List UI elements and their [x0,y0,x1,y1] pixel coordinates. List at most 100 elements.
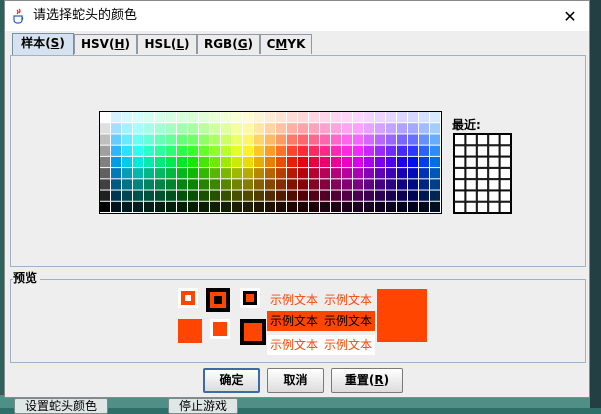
swatch-cell[interactable] [155,134,165,145]
swatch-cell[interactable] [243,201,253,212]
swatch-cell[interactable] [287,134,297,145]
swatch-cell[interactable] [221,112,231,123]
swatch-cell[interactable] [276,112,286,123]
swatch-cell[interactable] [331,112,341,123]
swatch-cell[interactable] [155,179,165,190]
swatch-cell[interactable] [342,156,352,168]
swatch-cell[interactable] [320,201,330,212]
recent-swatch-cell[interactable] [465,201,477,213]
swatch-cell[interactable] [100,145,110,156]
swatch-cell[interactable] [243,112,253,123]
swatch-cell[interactable] [287,145,297,156]
swatch-cell[interactable] [100,179,110,190]
swatch-cell[interactable] [353,112,363,123]
swatch-cell[interactable] [254,145,264,156]
swatch-cell[interactable] [133,123,143,134]
swatch-cell[interactable] [254,168,264,179]
swatch-cell[interactable] [342,134,352,145]
swatch-cell[interactable] [122,190,132,201]
swatch-cell[interactable] [320,134,330,145]
swatch-cell[interactable] [342,190,352,201]
swatch-cell[interactable] [276,168,286,179]
swatch-cell[interactable] [111,168,121,179]
swatch-cell[interactable] [375,201,385,212]
swatch-cell[interactable] [419,145,429,156]
swatch-cell[interactable] [221,145,231,156]
swatch-cell[interactable] [199,179,209,190]
swatch-cell[interactable] [331,134,341,145]
swatch-cell[interactable] [188,201,198,212]
swatch-cell[interactable] [320,179,330,190]
swatch-cell[interactable] [276,123,286,134]
swatch-cell[interactable] [177,123,187,134]
swatch-cell[interactable] [232,134,242,145]
recent-swatch-cell[interactable] [499,134,511,146]
swatch-cell[interactable] [232,145,242,156]
swatch-cell[interactable] [166,145,176,156]
swatch-cell[interactable] [265,179,275,190]
swatch-cell[interactable] [419,168,429,179]
swatch-cell[interactable] [210,123,220,134]
swatch-cell[interactable] [353,201,363,212]
swatch-cell[interactable] [375,156,385,168]
swatch-cell[interactable] [375,190,385,201]
swatch-cell[interactable] [166,168,176,179]
swatch-cell[interactable] [111,123,121,134]
swatch-cell[interactable] [100,156,110,168]
swatch-cell[interactable] [177,201,187,212]
swatch-cell[interactable] [419,156,429,168]
swatch-cell[interactable] [166,190,176,201]
swatch-cell[interactable] [265,168,275,179]
swatch-cell[interactable] [397,168,407,179]
recent-swatch-palette[interactable] [453,133,512,214]
recent-swatch-cell[interactable] [465,134,477,146]
swatch-cell[interactable] [155,190,165,201]
swatch-cell[interactable] [100,190,110,201]
recent-swatch-cell[interactable] [476,145,489,157]
swatch-cell[interactable] [298,156,308,168]
swatch-cell[interactable] [232,190,242,201]
swatch-cell[interactable] [111,145,121,156]
swatch-cell[interactable] [199,190,209,201]
swatch-cell[interactable] [309,112,319,123]
swatch-cell[interactable] [122,156,132,168]
swatch-cell[interactable] [232,156,242,168]
swatch-cell[interactable] [331,123,341,134]
swatch-cell[interactable] [133,145,143,156]
swatch-cell[interactable] [111,134,121,145]
swatch-cell[interactable] [386,123,396,134]
swatch-cell[interactable] [144,134,154,145]
swatch-cell[interactable] [309,201,319,212]
swatch-cell[interactable] [166,156,176,168]
swatch-cell[interactable] [309,168,319,179]
swatch-cell[interactable] [298,168,308,179]
swatch-cell[interactable] [122,123,132,134]
recent-swatch-cell[interactable] [488,156,500,168]
recent-swatch-cell[interactable] [488,134,500,146]
recent-swatch-cell[interactable] [454,179,466,191]
swatch-cell[interactable] [210,112,220,123]
swatch-cell[interactable] [419,112,429,123]
swatch-cell[interactable] [364,179,374,190]
swatch-cell[interactable] [331,190,341,201]
swatch-cell[interactable] [122,145,132,156]
swatch-cell[interactable] [144,112,154,123]
swatch-cell[interactable] [210,145,220,156]
swatch-cell[interactable] [210,168,220,179]
recent-swatch-cell[interactable] [476,179,489,191]
swatch-cell[interactable] [342,201,352,212]
swatch-cell[interactable] [430,168,440,179]
swatch-cell[interactable] [331,201,341,212]
swatch-cell[interactable] [276,190,286,201]
swatch-cell[interactable] [177,156,187,168]
swatch-cell[interactable] [375,145,385,156]
ok-button[interactable]: 确定 [203,368,260,393]
recent-swatch-cell[interactable] [476,134,489,146]
swatch-cell[interactable] [342,168,352,179]
recent-swatch-grid[interactable] [454,134,511,213]
swatch-cell[interactable] [199,201,209,212]
swatch-cell[interactable] [133,190,143,201]
swatch-cell[interactable] [430,134,440,145]
swatch-cell[interactable] [375,134,385,145]
swatch-cell[interactable] [144,145,154,156]
